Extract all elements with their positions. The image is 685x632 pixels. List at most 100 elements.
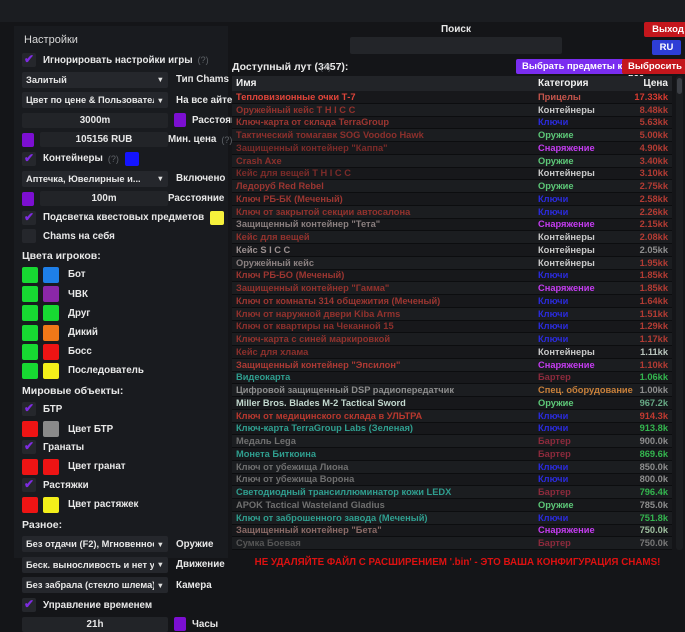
table-row[interactable]: Ключ от медицинского склада в УЛЬТРАКлюч… — [232, 410, 672, 423]
table-row[interactable]: Светодиодный трансиллюминатор кожи LEDXБ… — [232, 486, 672, 499]
column-header-price[interactable]: Цена — [626, 78, 668, 89]
color-swatch-primary[interactable] — [22, 459, 38, 475]
table-row[interactable]: Защищенный контейнер "Гамма"Снаряжение1.… — [232, 282, 672, 295]
table-row[interactable]: Ключ РБ-БК (Меченый)Ключи2.58kk — [232, 193, 672, 206]
table-row[interactable]: Ключ от квартиры на Чеканной 15Ключи1.29… — [232, 321, 672, 334]
color-swatch[interactable] — [174, 617, 186, 631]
color-swatch-primary[interactable] — [22, 325, 38, 341]
checkbox[interactable] — [22, 229, 36, 243]
table-row[interactable]: Защищенный контейнер "Эпсилон"Снаряжение… — [232, 359, 672, 372]
table-row[interactable]: ВидеокартаБартер1.06kk — [232, 372, 672, 385]
color-swatch[interactable] — [210, 211, 224, 225]
scrollbar-thumb[interactable] — [677, 78, 682, 94]
table-row[interactable]: Кейс для вещейКонтейнеры2.08kk — [232, 231, 672, 244]
color-swatch-primary[interactable] — [22, 305, 38, 321]
table-row[interactable]: Ключ РБ-БО (Меченый)Ключи1.85kk — [232, 270, 672, 283]
color-swatch-secondary[interactable] — [43, 344, 59, 360]
color-swatch[interactable] — [22, 133, 34, 147]
table-row[interactable]: Цифровой защищенный DSP радиопередатчикС… — [232, 384, 672, 397]
table-row[interactable]: Оружейный кейсКонтейнеры1.95kk — [232, 257, 672, 270]
table-row[interactable]: Монета БиткоинаБартер869.6k — [232, 448, 672, 461]
color-swatch-primary[interactable] — [22, 363, 38, 379]
checkbox[interactable]: ✔ — [22, 402, 36, 416]
help-icon[interactable]: (?) — [198, 55, 209, 65]
table-row[interactable]: Защищенный контейнер "Бета"Снаряжение750… — [232, 525, 672, 538]
title-bar — [0, 0, 685, 22]
item-category: Оружие — [538, 130, 626, 140]
table-row[interactable]: Защищенный контейнер "Тета"Снаряжение2.1… — [232, 219, 672, 232]
checkbox[interactable]: ✔ — [22, 53, 36, 67]
chevron-down-icon: ▼ — [157, 96, 164, 105]
checkbox[interactable]: ✔ — [22, 211, 36, 225]
table-scrollbar[interactable] — [676, 76, 683, 550]
dropdown[interactable]: Беск. выносливость и нет уста▼ — [22, 557, 168, 573]
color-swatch-secondary[interactable] — [43, 325, 59, 341]
color-swatch-secondary[interactable] — [43, 363, 59, 379]
drop-all-button[interactable]: Выбросить все — [622, 59, 685, 74]
language-button[interactable]: RU — [652, 40, 681, 55]
table-row[interactable]: Ключ-карта с синей маркировкойКлючи1.17k… — [232, 333, 672, 346]
colorpair-row: Последователь — [22, 363, 220, 379]
dropdown[interactable]: Цвет по цене & Пользователь▼ — [22, 92, 168, 108]
table-row[interactable]: Ключ-карта TerraGroup Labs (Зеленая)Ключ… — [232, 423, 672, 436]
checkbox[interactable]: ✔ — [22, 440, 36, 454]
checkbox[interactable]: ✔ — [22, 152, 36, 166]
loot-hint-icon[interactable]: (?) — [320, 62, 331, 72]
color-swatch-secondary[interactable] — [43, 421, 59, 437]
checkbox[interactable]: ✔ — [22, 478, 36, 492]
table-row[interactable]: Кейс S I C CКонтейнеры2.05kk — [232, 244, 672, 257]
table-row[interactable]: Защищенный контейнер "Каппа"Снаряжение4.… — [232, 142, 672, 155]
search-input[interactable] — [350, 37, 562, 54]
column-header-name[interactable]: Имя — [236, 78, 538, 89]
dropdown[interactable]: Без забрала (стекло шлема)▼ — [22, 577, 168, 593]
value-input[interactable]: 100m — [40, 191, 168, 206]
table-row[interactable]: Ключ-карта от склада TerraGroupКлючи5.63… — [232, 117, 672, 130]
color-swatch[interactable] — [125, 152, 139, 166]
table-row[interactable]: Оружейный кейс T H I C CКонтейнеры8.48kk — [232, 104, 672, 117]
value-input[interactable]: 105156 RUB — [40, 132, 168, 147]
table-row[interactable]: Ключ от закрытой секции автосалонаКлючи2… — [232, 206, 672, 219]
color-swatch-secondary[interactable] — [43, 459, 59, 475]
value-input[interactable]: 21h — [22, 617, 168, 632]
table-row[interactable]: Ключ от заброшенного завода (Меченый)Клю… — [232, 512, 672, 525]
exit-button[interactable]: Выход — [644, 22, 685, 37]
color-swatch[interactable] — [22, 192, 34, 206]
dropdown[interactable]: Залитый▼ — [22, 72, 168, 88]
table-row[interactable]: Кейс для вещей T H I C CКонтейнеры3.10kk — [232, 168, 672, 181]
checkbox-label: Растяжки — [43, 480, 89, 491]
checkbox[interactable]: ✔ — [22, 598, 36, 612]
color-swatch-primary[interactable] — [22, 421, 38, 437]
item-name: Ключ-карта от склада TerraGroup — [236, 117, 538, 127]
table-row[interactable]: Ключ от убежища ВоронаКлючи800.0k — [232, 474, 672, 487]
table-row[interactable]: Сумка БоеваяБартер750.0k — [232, 537, 672, 550]
table-row[interactable]: Crash AxeОружие3.40kk — [232, 155, 672, 168]
color-swatch-primary[interactable] — [22, 267, 38, 283]
dropdown[interactable]: Аптечка, Ювелирные и...▼ — [22, 171, 168, 187]
color-swatch-primary[interactable] — [22, 497, 38, 513]
chevron-down-icon: ▼ — [157, 560, 164, 569]
table-row[interactable]: Ключ от убежища ЛионаКлючи850.0k — [232, 461, 672, 474]
table-row[interactable]: Тактический томагавк SOG Voodoo HawkОруж… — [232, 129, 672, 142]
color-swatch-secondary[interactable] — [43, 267, 59, 283]
help-icon[interactable]: (?) — [108, 154, 119, 164]
table-row[interactable]: Ключ от комнаты 314 общежития (Меченый)К… — [232, 295, 672, 308]
dropdown[interactable]: Без отдачи (F2), Мгновенное п▼ — [22, 536, 168, 552]
color-swatch-secondary[interactable] — [43, 497, 59, 513]
item-price: 1.06kk — [626, 372, 668, 382]
table-row[interactable]: Медаль LegaБартер900.0k — [232, 435, 672, 448]
color-swatch-secondary[interactable] — [43, 286, 59, 302]
section-row: Мировые объекты: — [22, 385, 220, 398]
table-row[interactable]: Ледоруб Red RebelОружие2.75kk — [232, 180, 672, 193]
value-input[interactable]: 3000m — [22, 113, 168, 128]
help-icon[interactable]: (?) — [221, 135, 232, 145]
table-row[interactable]: Miller Bros. Blades M-2 Tactical SwordОр… — [232, 397, 672, 410]
color-swatch-secondary[interactable] — [43, 305, 59, 321]
column-header-category[interactable]: Категория — [538, 78, 626, 89]
table-row[interactable]: Тепловизионные очки Т-7Прицелы17.33kk — [232, 91, 672, 104]
color-swatch[interactable] — [174, 113, 186, 127]
table-row[interactable]: Ключ от наружной двери Kiba ArmsКлючи1.5… — [232, 308, 672, 321]
color-swatch-primary[interactable] — [22, 344, 38, 360]
color-swatch-primary[interactable] — [22, 286, 38, 302]
table-row[interactable]: APOK Tactical Wasteland GladiusОружие785… — [232, 499, 672, 512]
table-row[interactable]: Кейс для хламаКонтейнеры1.11kk — [232, 346, 672, 359]
